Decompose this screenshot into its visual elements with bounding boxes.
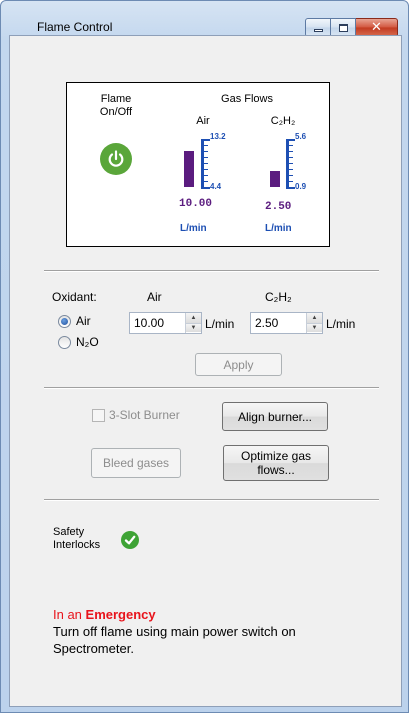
air-flow-bar (184, 151, 194, 187)
c2h2-scale-tick (289, 163, 293, 164)
c2h2-flow-decrement-button[interactable]: ▼ (307, 323, 322, 332)
air-column-header: Air (147, 290, 162, 304)
flame-on-off-label: Flame On/Off (99, 93, 133, 118)
air-scale-max: 13.2 (210, 132, 226, 141)
safety-interlocks-label: Safety Interlocks (53, 526, 101, 551)
c2h2-flow-unit-label: L/min (326, 317, 356, 331)
air-flow-decrement-button[interactable]: ▼ (186, 323, 201, 332)
oxidant-n2o-radio[interactable] (58, 336, 71, 349)
c2h2-flow-input[interactable] (251, 313, 307, 333)
spin-up-icon: ▲ (190, 315, 197, 321)
c2h2-scale-tick (289, 157, 293, 158)
c2h2-scale-tick (289, 151, 293, 152)
oxidant-label: Oxidant: (52, 290, 97, 304)
flame-power-button[interactable] (100, 143, 132, 175)
minimize-icon (313, 28, 323, 32)
maximize-icon (338, 23, 348, 32)
c2h2-scale-min: 0.9 (295, 182, 307, 191)
air-flow-stepper[interactable]: ▲ ▼ (129, 312, 202, 334)
spin-up-icon: ▲ (311, 315, 318, 321)
c2h2-flow-increment-button[interactable]: ▲ (307, 313, 322, 323)
c2h2-scale-tick (289, 169, 293, 170)
three-slot-burner-checkbox[interactable] (92, 409, 105, 422)
separator (44, 270, 379, 272)
oxidant-air-radio[interactable] (58, 315, 71, 328)
apply-button[interactable]: Apply (195, 353, 282, 376)
air-flow-value: 10.00 (179, 198, 213, 210)
client-area: Flame On/Off Gas Flows Air 13.2 4.4 10.0… (9, 35, 402, 707)
spin-down-icon: ▼ (190, 325, 197, 331)
flame-control-window: Flame Control ✕ Flame On/Off Gas Flows A… (0, 0, 409, 713)
optimize-gas-flows-button[interactable]: Optimize gas flows... (223, 445, 329, 481)
c2h2-scale-tick (289, 175, 293, 176)
separator (44, 499, 379, 501)
air-flow-input[interactable] (130, 313, 186, 333)
air-flow-increment-button[interactable]: ▲ (186, 313, 201, 323)
emergency-notice: In an Emergency Turn off flame using mai… (53, 606, 343, 657)
c2h2-flow-unit: L/min (265, 223, 292, 234)
air-flow-unit-label: L/min (205, 317, 235, 331)
power-icon (108, 150, 124, 167)
title-bar[interactable]: Flame Control ✕ (1, 1, 408, 37)
c2h2-flow-spin-buttons: ▲ ▼ (306, 313, 322, 333)
three-slot-burner-label: 3-Slot Burner (109, 408, 180, 422)
air-scale-tick (204, 175, 208, 176)
c2h2-column-header: C₂H₂ (265, 290, 292, 304)
close-icon: ✕ (371, 20, 382, 35)
air-scale-tick (204, 145, 208, 146)
c2h2-flow-stepper[interactable]: ▲ ▼ (250, 312, 323, 334)
align-burner-button[interactable]: Align burner... (222, 402, 328, 431)
separator (44, 387, 379, 389)
air-scale-tick (204, 157, 208, 158)
safety-interlocks-status (121, 531, 139, 549)
air-scale-min: 4.4 (210, 182, 222, 191)
air-scale-tick (204, 151, 208, 152)
bleed-gases-button[interactable]: Bleed gases (91, 448, 181, 478)
spin-down-icon: ▼ (311, 325, 318, 331)
status-panel: Flame On/Off Gas Flows Air 13.2 4.4 10.0… (66, 82, 330, 247)
air-scale-tick (204, 181, 208, 182)
emergency-prefix: In an (53, 607, 86, 622)
air-scale-tick (204, 169, 208, 170)
c2h2-flow-bar (270, 171, 280, 187)
c2h2-gauge-label: C₂H₂ (270, 115, 296, 127)
checkmark-icon (124, 535, 136, 545)
emergency-highlight: Emergency (85, 607, 156, 622)
c2h2-scale-tick (289, 181, 293, 182)
c2h2-flow-value: 2.50 (265, 201, 292, 213)
air-flow-unit: L/min (180, 223, 207, 234)
emergency-message: Turn off flame using main power switch o… (53, 624, 296, 656)
air-scale-tick (204, 163, 208, 164)
oxidant-air-label: Air (76, 314, 91, 328)
emergency-heading: In an Emergency (53, 606, 343, 623)
gas-flows-label: Gas Flows (221, 93, 273, 105)
window-title: Flame Control (37, 20, 113, 34)
air-flow-spin-buttons: ▲ ▼ (185, 313, 201, 333)
c2h2-scale-tick (289, 145, 293, 146)
air-gauge-label: Air (196, 115, 210, 127)
oxidant-n2o-label: N₂O (76, 335, 99, 349)
c2h2-scale-max: 5.6 (295, 132, 307, 141)
